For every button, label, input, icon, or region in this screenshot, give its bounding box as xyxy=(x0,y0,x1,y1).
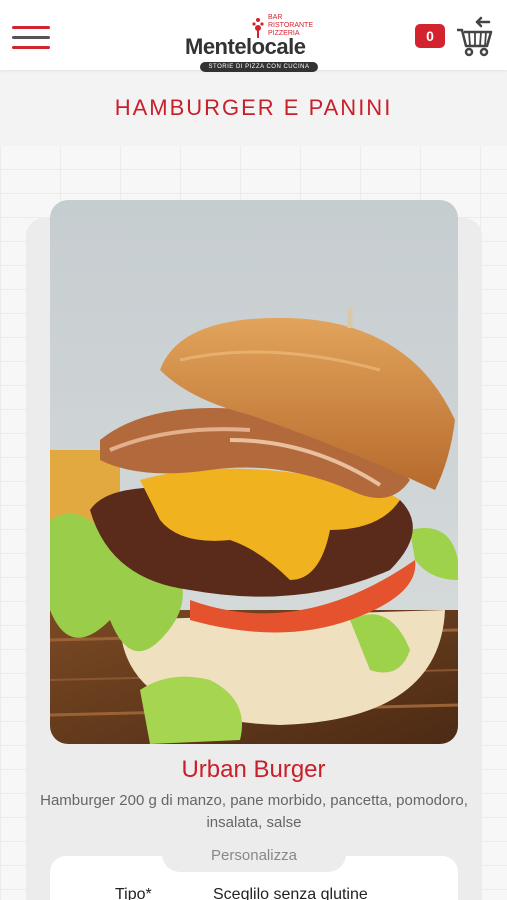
top-header: BAR RISTORANTE PIZZERIA Mentelocale STOR… xyxy=(0,0,507,72)
shopping-cart-icon[interactable] xyxy=(455,16,495,58)
burger-illustration xyxy=(50,200,458,744)
cart-count-badge[interactable]: 0 xyxy=(415,24,445,48)
product-name: Urban Burger xyxy=(181,756,326,783)
logo-tagline: STORIE DI PIZZA CON CUCINA xyxy=(200,62,318,72)
logo-text: Mentelocale xyxy=(185,34,306,59)
hamburger-menu-icon[interactable] xyxy=(12,26,50,52)
brand-logo[interactable]: BAR RISTORANTE PIZZERIA Mentelocale STOR… xyxy=(180,10,330,72)
customize-tab[interactable]: Personalizza xyxy=(162,840,346,872)
option-type-label: Tipo* xyxy=(115,886,152,900)
option-type-select[interactable]: Sceglilo senza glutine xyxy=(213,886,368,900)
product-image[interactable] xyxy=(50,200,458,744)
category-title-bar: HAMBURGER E PANINI xyxy=(0,70,507,146)
page-title: HAMBURGER E PANINI xyxy=(114,95,393,120)
product-description: Hamburger 200 g di manzo, pane morbido, … xyxy=(40,792,468,831)
